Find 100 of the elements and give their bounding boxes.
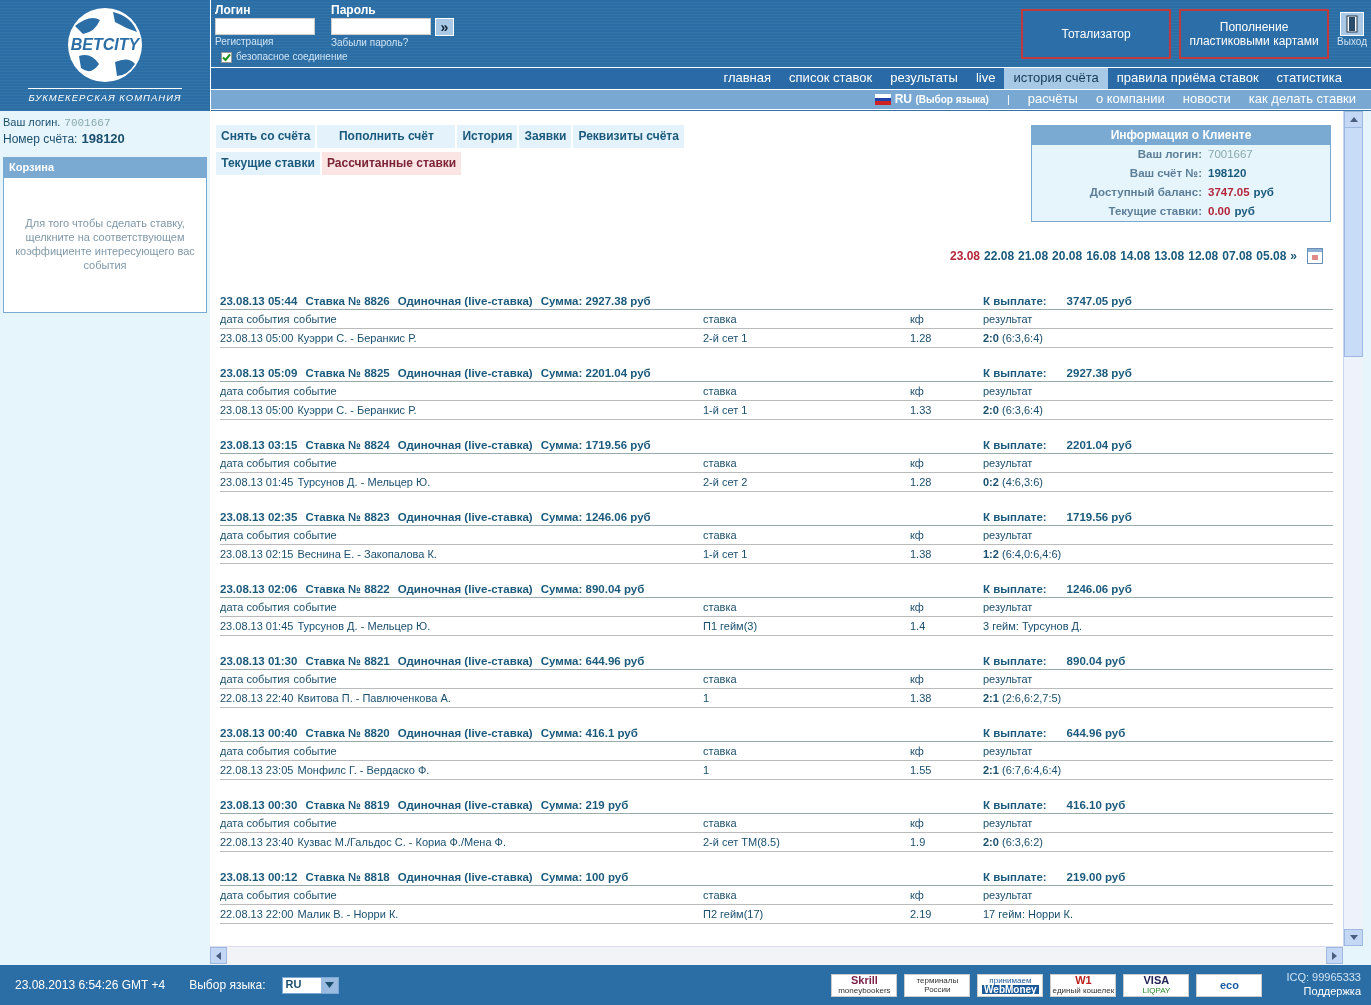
payout-amount: 2927.38 руб xyxy=(1066,366,1132,380)
event-date: 22.08.13 23:40 xyxy=(220,836,294,848)
date-link[interactable]: 22.08 xyxy=(984,248,1015,264)
event-name: Куэрри С. - Беранкис Р. xyxy=(297,332,417,344)
bet-time: 23.08.13 03:15 xyxy=(220,438,298,452)
date-link[interactable]: 14.08 xyxy=(1120,248,1151,264)
account-tab[interactable]: Реквизиты счёта xyxy=(573,125,684,148)
account-tab[interactable]: История xyxy=(457,125,518,148)
column-header: событие xyxy=(293,457,337,469)
calendar-icon[interactable] xyxy=(1307,248,1323,264)
bet-time: 23.08.13 00:12 xyxy=(220,870,298,884)
date-link[interactable]: 21.08 xyxy=(1018,248,1049,264)
column-header: кф xyxy=(910,673,924,685)
secure-label: безопасное соединение xyxy=(236,51,348,64)
submit-button[interactable]: » xyxy=(435,18,454,36)
column-header: дата события xyxy=(220,817,290,829)
date-link[interactable]: 12.08 xyxy=(1188,248,1219,264)
column-header: результат xyxy=(983,313,1033,325)
date-link[interactable]: 20.08 xyxy=(1052,248,1083,264)
payment-logo: VISA LIQPAY xyxy=(1123,973,1190,997)
date-link[interactable]: 05.08 xyxy=(1256,248,1287,264)
account-tab[interactable]: Текущие ставки xyxy=(216,152,320,175)
payout-label: К выплате: xyxy=(983,366,1047,380)
bet-type: Одиночная (live-ставка) xyxy=(397,726,533,740)
bet-number: Ставка № 8821 xyxy=(305,654,390,668)
column-header: дата события xyxy=(220,529,290,541)
column-header: ставка xyxy=(703,313,737,325)
event-name: Веснина Е. - Закопалова К. xyxy=(297,548,437,560)
info-label: Доступный баланс: xyxy=(1088,187,1203,198)
exit-label[interactable]: Выход xyxy=(1337,36,1367,49)
event-date: 23.08.13 05:00 xyxy=(220,404,294,416)
header-button[interactable]: Тотализатор xyxy=(1021,9,1172,59)
nav-tab[interactable]: главная xyxy=(714,68,781,89)
bet-selection: П2 гейм(17) xyxy=(703,908,764,920)
column-header: событие xyxy=(293,529,337,541)
column-header: дата события xyxy=(220,745,290,757)
result-text: 2:1 (6:7,6:4,6:4) xyxy=(983,764,1062,776)
payment-logo: eco xyxy=(1196,973,1263,997)
account-tab[interactable]: Пополнить счёт xyxy=(317,125,456,148)
down-arrow-icon[interactable] xyxy=(1349,935,1358,941)
info-label: Текущие ставки: xyxy=(1107,206,1203,217)
column-header: ставка xyxy=(703,529,737,541)
bet-sum: Сумма: 416.1 руб xyxy=(540,726,638,740)
result-text: 2:1 (2:6,6:2,7:5) xyxy=(983,692,1062,704)
bet-selection: 2-й сет ТМ(8.5) xyxy=(703,836,780,848)
header-button[interactable]: Пополнение пластиковыми картами xyxy=(1179,9,1330,59)
account-tab[interactable]: Заявки xyxy=(519,125,572,148)
logo-tagline: БУКМЕКЕРСКАЯ КОМПАНИЯ xyxy=(28,88,182,104)
bet-number: Ставка № 8825 xyxy=(305,366,390,380)
payout-label: К выплате: xyxy=(983,798,1047,812)
scroll-right-button[interactable] xyxy=(1326,947,1343,964)
login-field[interactable] xyxy=(215,18,315,35)
scroll-down-button[interactable] xyxy=(1344,929,1363,946)
support-link[interactable]: Поддержка xyxy=(1303,985,1361,999)
bet-sum: Сумма: 2201.04 руб xyxy=(540,366,651,380)
account-label: Номер счёта: xyxy=(3,131,78,146)
scroll-thumb[interactable] xyxy=(1344,127,1363,357)
payout-label: К выплате: xyxy=(983,726,1047,740)
payout-amount: 416.10 руб xyxy=(1066,798,1126,812)
bet-type: Одиночная (live-ставка) xyxy=(397,510,533,524)
odds-value: 1.38 xyxy=(910,692,932,704)
hint-text: Для того чтобы сделать ставку, щелкните на соответствующем коэффициенте интересующего вас события xyxy=(14,217,196,273)
result-text: 2:0 (6:3,6:2) xyxy=(983,836,1043,848)
event-name: Кузвас М./Гальдос С. - Кориа Ф./Мена Ф. xyxy=(297,836,506,848)
register-link[interactable]: Регистрация xyxy=(215,36,274,49)
nav-tab[interactable]: история счёта xyxy=(1004,68,1108,89)
date-link[interactable]: 07.08 xyxy=(1222,248,1253,264)
event-date: 23.08.13 01:45 xyxy=(220,620,294,632)
column-header: кф xyxy=(910,313,924,325)
password-field[interactable] xyxy=(331,18,431,35)
next-dates-link[interactable]: » xyxy=(1290,248,1297,264)
bet-number: Ставка № 8822 xyxy=(305,582,390,596)
column-header: событие xyxy=(293,673,337,685)
language-select[interactable]: RU xyxy=(281,976,339,994)
account-tab[interactable]: Снять со счёта xyxy=(216,125,316,148)
date-link[interactable]: 13.08 xyxy=(1154,248,1185,264)
nav-tab[interactable]: список ставок xyxy=(780,68,882,89)
nav-tab[interactable]: результаты xyxy=(881,68,967,89)
odds-value: 2.19 xyxy=(910,908,932,920)
column-header: кф xyxy=(910,457,924,469)
info-value: 7001667 xyxy=(1208,149,1253,160)
date-link[interactable]: 16.08 xyxy=(1086,248,1117,264)
door-icon[interactable] xyxy=(1340,12,1365,36)
nav-tab[interactable]: правила приёма ставок xyxy=(1107,68,1268,89)
scroll-left-button[interactable] xyxy=(210,947,227,964)
forgot-password-link[interactable]: Забыли пароль? xyxy=(331,37,409,50)
info-label: Ваш логин: xyxy=(1136,149,1203,160)
account-tab[interactable]: Рассчитанные ставки xyxy=(322,152,462,175)
column-header: результат xyxy=(983,385,1033,397)
event-name: Турсунов Д. - Мельцер Ю. xyxy=(297,620,431,632)
nav-tab[interactable]: live xyxy=(966,68,1005,89)
odds-value: 1.38 xyxy=(910,548,932,560)
nav-tab[interactable]: статистика xyxy=(1267,68,1351,89)
event-date: 23.08.13 01:45 xyxy=(220,476,294,488)
up-arrow-icon[interactable] xyxy=(1349,117,1358,123)
odds-value: 1.33 xyxy=(910,404,932,416)
bet-time: 23.08.13 05:44 xyxy=(220,294,298,308)
bet-number: Ставка № 8826 xyxy=(305,294,390,308)
secure-checkbox[interactable] xyxy=(221,51,232,63)
date-link[interactable]: 23.08 xyxy=(950,248,981,264)
